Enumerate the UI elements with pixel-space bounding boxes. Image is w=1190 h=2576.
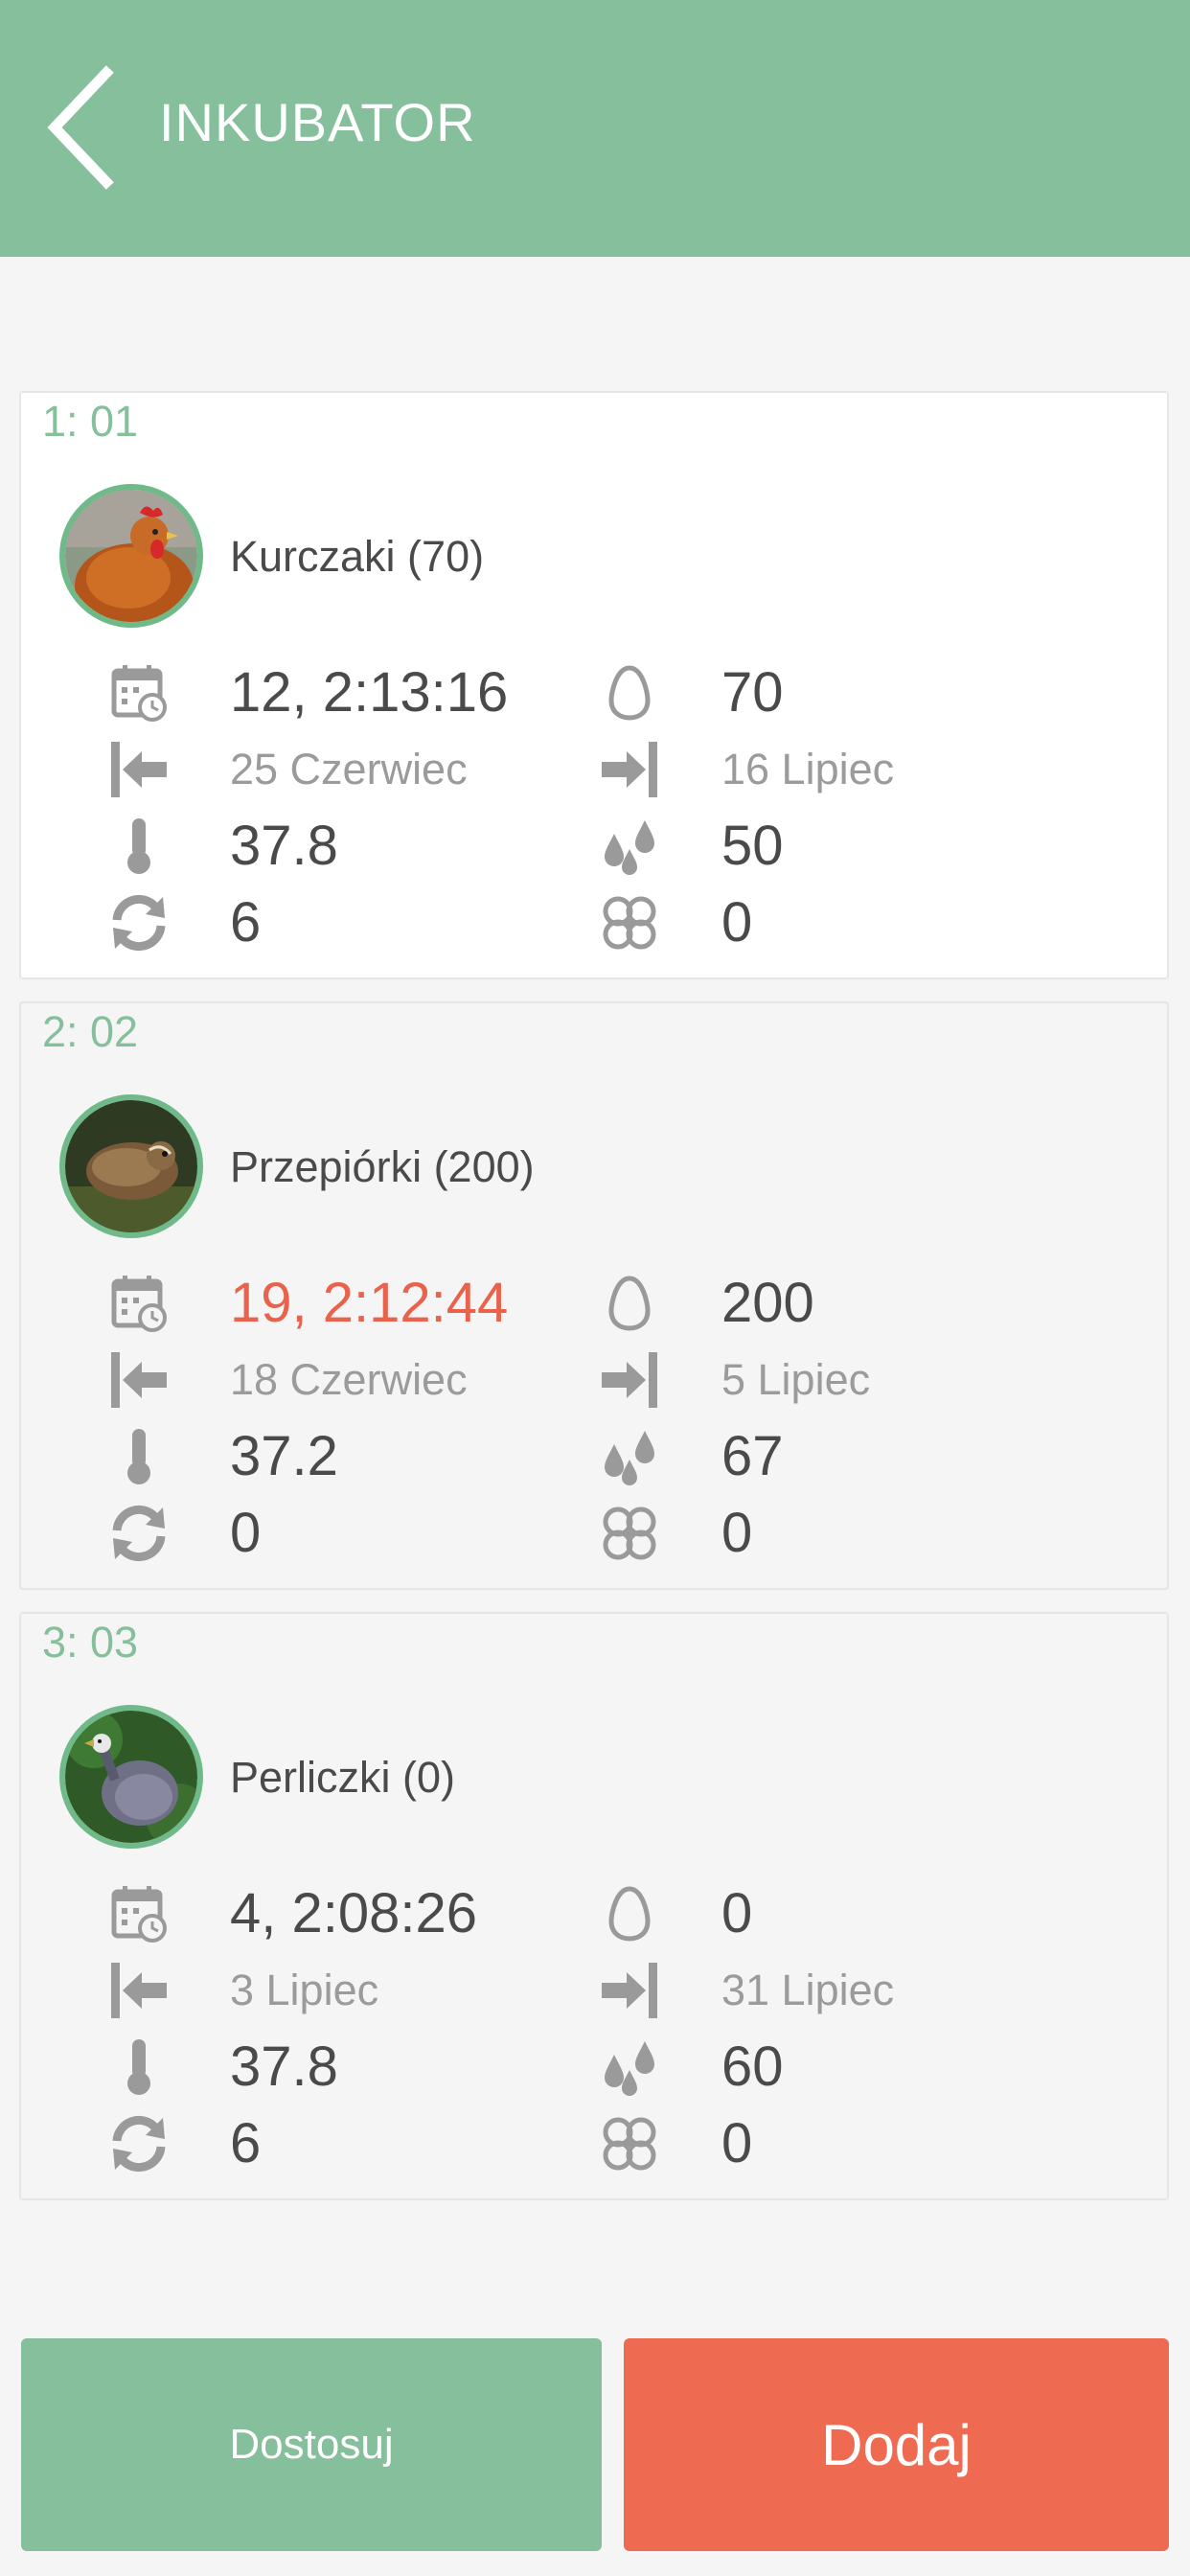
egg-count-value: 70 (721, 661, 784, 724)
incubator-card[interactable]: 3: 03 Perliczki (0) 4, 2:08:26 0 3 Lipie… (19, 1612, 1169, 2200)
rotate-icon (105, 889, 172, 956)
fan-value: 0 (721, 891, 753, 954)
humidity-drops-icon (596, 1423, 663, 1490)
incubator-card[interactable]: 1: 01 Kurczaki (70) 12, 2:13:16 70 25 Cz… (19, 391, 1169, 979)
species-label: Kurczaki (70) (230, 532, 485, 581)
fan-icon (596, 1500, 663, 1567)
add-button[interactable]: Dodaj (624, 2338, 1169, 2551)
end-date-value: 31 Lipiec (721, 1966, 895, 2014)
humidity-drops-icon (596, 813, 663, 880)
fan-value: 0 (721, 2112, 753, 2174)
rotate-icon (105, 1500, 172, 1567)
incubator-id: 1: 01 (42, 397, 139, 446)
arrow-to-left-bar-icon (105, 736, 172, 803)
calendar-clock-icon (105, 659, 172, 726)
thermometer-icon (105, 2034, 172, 2101)
elapsed-time-value: 12, 2:13:16 (230, 661, 509, 724)
back-button[interactable] (29, 59, 134, 196)
app-header: INKUBATOR (0, 0, 1190, 257)
egg-count-value: 200 (721, 1272, 814, 1334)
egg-icon (596, 659, 663, 726)
incubator-id: 3: 03 (42, 1618, 139, 1667)
rotate-icon (105, 2110, 172, 2177)
arrow-to-right-bar-icon (596, 1957, 663, 2024)
thermometer-icon (105, 1423, 172, 1490)
arrow-to-left-bar-icon (105, 1346, 172, 1414)
adjust-button[interactable]: Dostosuj (21, 2338, 602, 2551)
end-date-value: 16 Lipiec (721, 745, 895, 794)
humidity-value: 60 (721, 2036, 784, 2098)
start-date-value: 18 Czerwiec (230, 1355, 468, 1404)
rotation-value: 6 (230, 891, 262, 954)
temperature-value: 37.8 (230, 2036, 338, 2098)
chicken-avatar (59, 484, 203, 628)
elapsed-time-value: 4, 2:08:26 (230, 1882, 477, 1944)
start-date-value: 25 Czerwiec (230, 745, 468, 794)
temperature-value: 37.8 (230, 815, 338, 877)
calendar-clock-icon (105, 1880, 172, 1947)
fan-icon (596, 2110, 663, 2177)
humidity-drops-icon (596, 2034, 663, 2101)
incubator-id: 2: 02 (42, 1007, 139, 1056)
page-title: INKUBATOR (159, 92, 476, 152)
fan-value: 0 (721, 1502, 753, 1564)
humidity-value: 67 (721, 1425, 784, 1487)
rotation-value: 6 (230, 2112, 262, 2174)
humidity-value: 50 (721, 815, 784, 877)
egg-icon (596, 1880, 663, 1947)
arrow-to-right-bar-icon (596, 1346, 663, 1414)
egg-count-value: 0 (721, 1882, 753, 1944)
chevron-left-icon (47, 65, 114, 190)
elapsed-time-value: 19, 2:12:44 (230, 1272, 509, 1334)
calendar-clock-icon (105, 1270, 172, 1337)
guinea-fowl-avatar (59, 1705, 203, 1849)
temperature-value: 37.2 (230, 1425, 338, 1487)
arrow-to-left-bar-icon (105, 1957, 172, 2024)
fan-icon (596, 889, 663, 956)
end-date-value: 5 Lipiec (721, 1355, 871, 1404)
rotation-value: 0 (230, 1502, 262, 1564)
egg-icon (596, 1270, 663, 1337)
quail-avatar (59, 1094, 203, 1238)
species-label: Przepiórki (200) (230, 1142, 535, 1191)
incubator-card[interactable]: 2: 02 Przepiórki (200) 19, 2:12:44 200 1… (19, 1001, 1169, 1590)
start-date-value: 3 Lipiec (230, 1966, 379, 2014)
species-label: Perliczki (0) (230, 1753, 456, 1802)
thermometer-icon (105, 813, 172, 880)
arrow-to-right-bar-icon (596, 736, 663, 803)
